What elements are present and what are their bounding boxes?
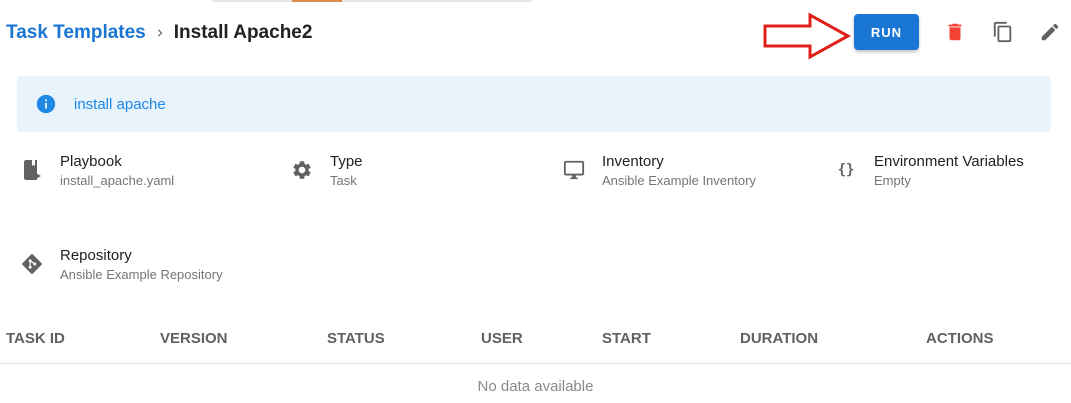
breadcrumb: Task Templates Install Apache2 — [6, 18, 312, 48]
repository-label: Repository — [60, 247, 132, 264]
detail-repository: Repository Ansible Example Repository — [20, 246, 223, 284]
detail-type: Type Task — [290, 152, 363, 190]
trash-icon — [948, 23, 962, 41]
playbook-label: Playbook — [60, 153, 122, 170]
page: Task Templates Install Apache2 RUN insta… — [0, 0, 1071, 403]
table-empty-message: No data available — [477, 378, 594, 395]
copy-button[interactable] — [989, 18, 1017, 46]
info-icon — [36, 94, 56, 114]
column-header-version[interactable]: VERSION — [160, 330, 228, 347]
playbook-value: install_apache.yaml — [60, 173, 175, 188]
copy-icon — [993, 21, 1012, 43]
column-header-status[interactable]: STATUS — [327, 330, 385, 347]
edit-button[interactable] — [1036, 18, 1064, 46]
chevron-right-icon — [146, 26, 174, 40]
top-accent-highlight — [292, 0, 342, 2]
inventory-value: Ansible Example Inventory — [602, 173, 756, 188]
pencil-icon — [1041, 23, 1059, 41]
column-header-task-id[interactable]: TASK ID — [6, 330, 65, 347]
detail-playbook: Playbook install_apache.yaml — [20, 152, 174, 190]
detail-inventory: Inventory Ansible Example Inventory — [562, 152, 756, 190]
environment-label: Environment Variables — [874, 153, 1024, 170]
description-alert: install apache — [17, 76, 1051, 132]
playbook-icon — [20, 158, 44, 182]
type-value: Task — [330, 173, 357, 188]
column-header-start[interactable]: START — [602, 330, 651, 347]
monitor-icon — [562, 158, 586, 182]
breadcrumb-task-templates-link[interactable]: Task Templates — [6, 22, 146, 44]
tasks-table-header: TASK ID VERSION STATUS USER START DURATI… — [0, 326, 1071, 364]
delete-button[interactable] — [941, 18, 969, 46]
git-icon — [20, 252, 44, 276]
gear-icon — [290, 158, 314, 182]
repository-value: Ansible Example Repository — [60, 267, 223, 282]
environment-value: Empty — [874, 173, 911, 188]
column-header-duration[interactable]: DURATION — [740, 330, 818, 347]
type-label: Type — [330, 153, 363, 170]
page-title: Install Apache2 — [173, 22, 313, 43]
column-header-actions: ACTIONS — [926, 330, 994, 347]
code-braces-icon: {} — [837, 162, 855, 178]
top-accent-bar — [212, 0, 532, 2]
annotation-arrow-icon — [763, 12, 852, 60]
detail-environment: {} Environment Variables Empty — [834, 152, 1024, 190]
description-text: install apache — [74, 95, 166, 113]
inventory-label: Inventory — [602, 153, 664, 170]
run-button[interactable]: RUN — [854, 14, 919, 50]
column-header-user[interactable]: USER — [481, 330, 523, 347]
